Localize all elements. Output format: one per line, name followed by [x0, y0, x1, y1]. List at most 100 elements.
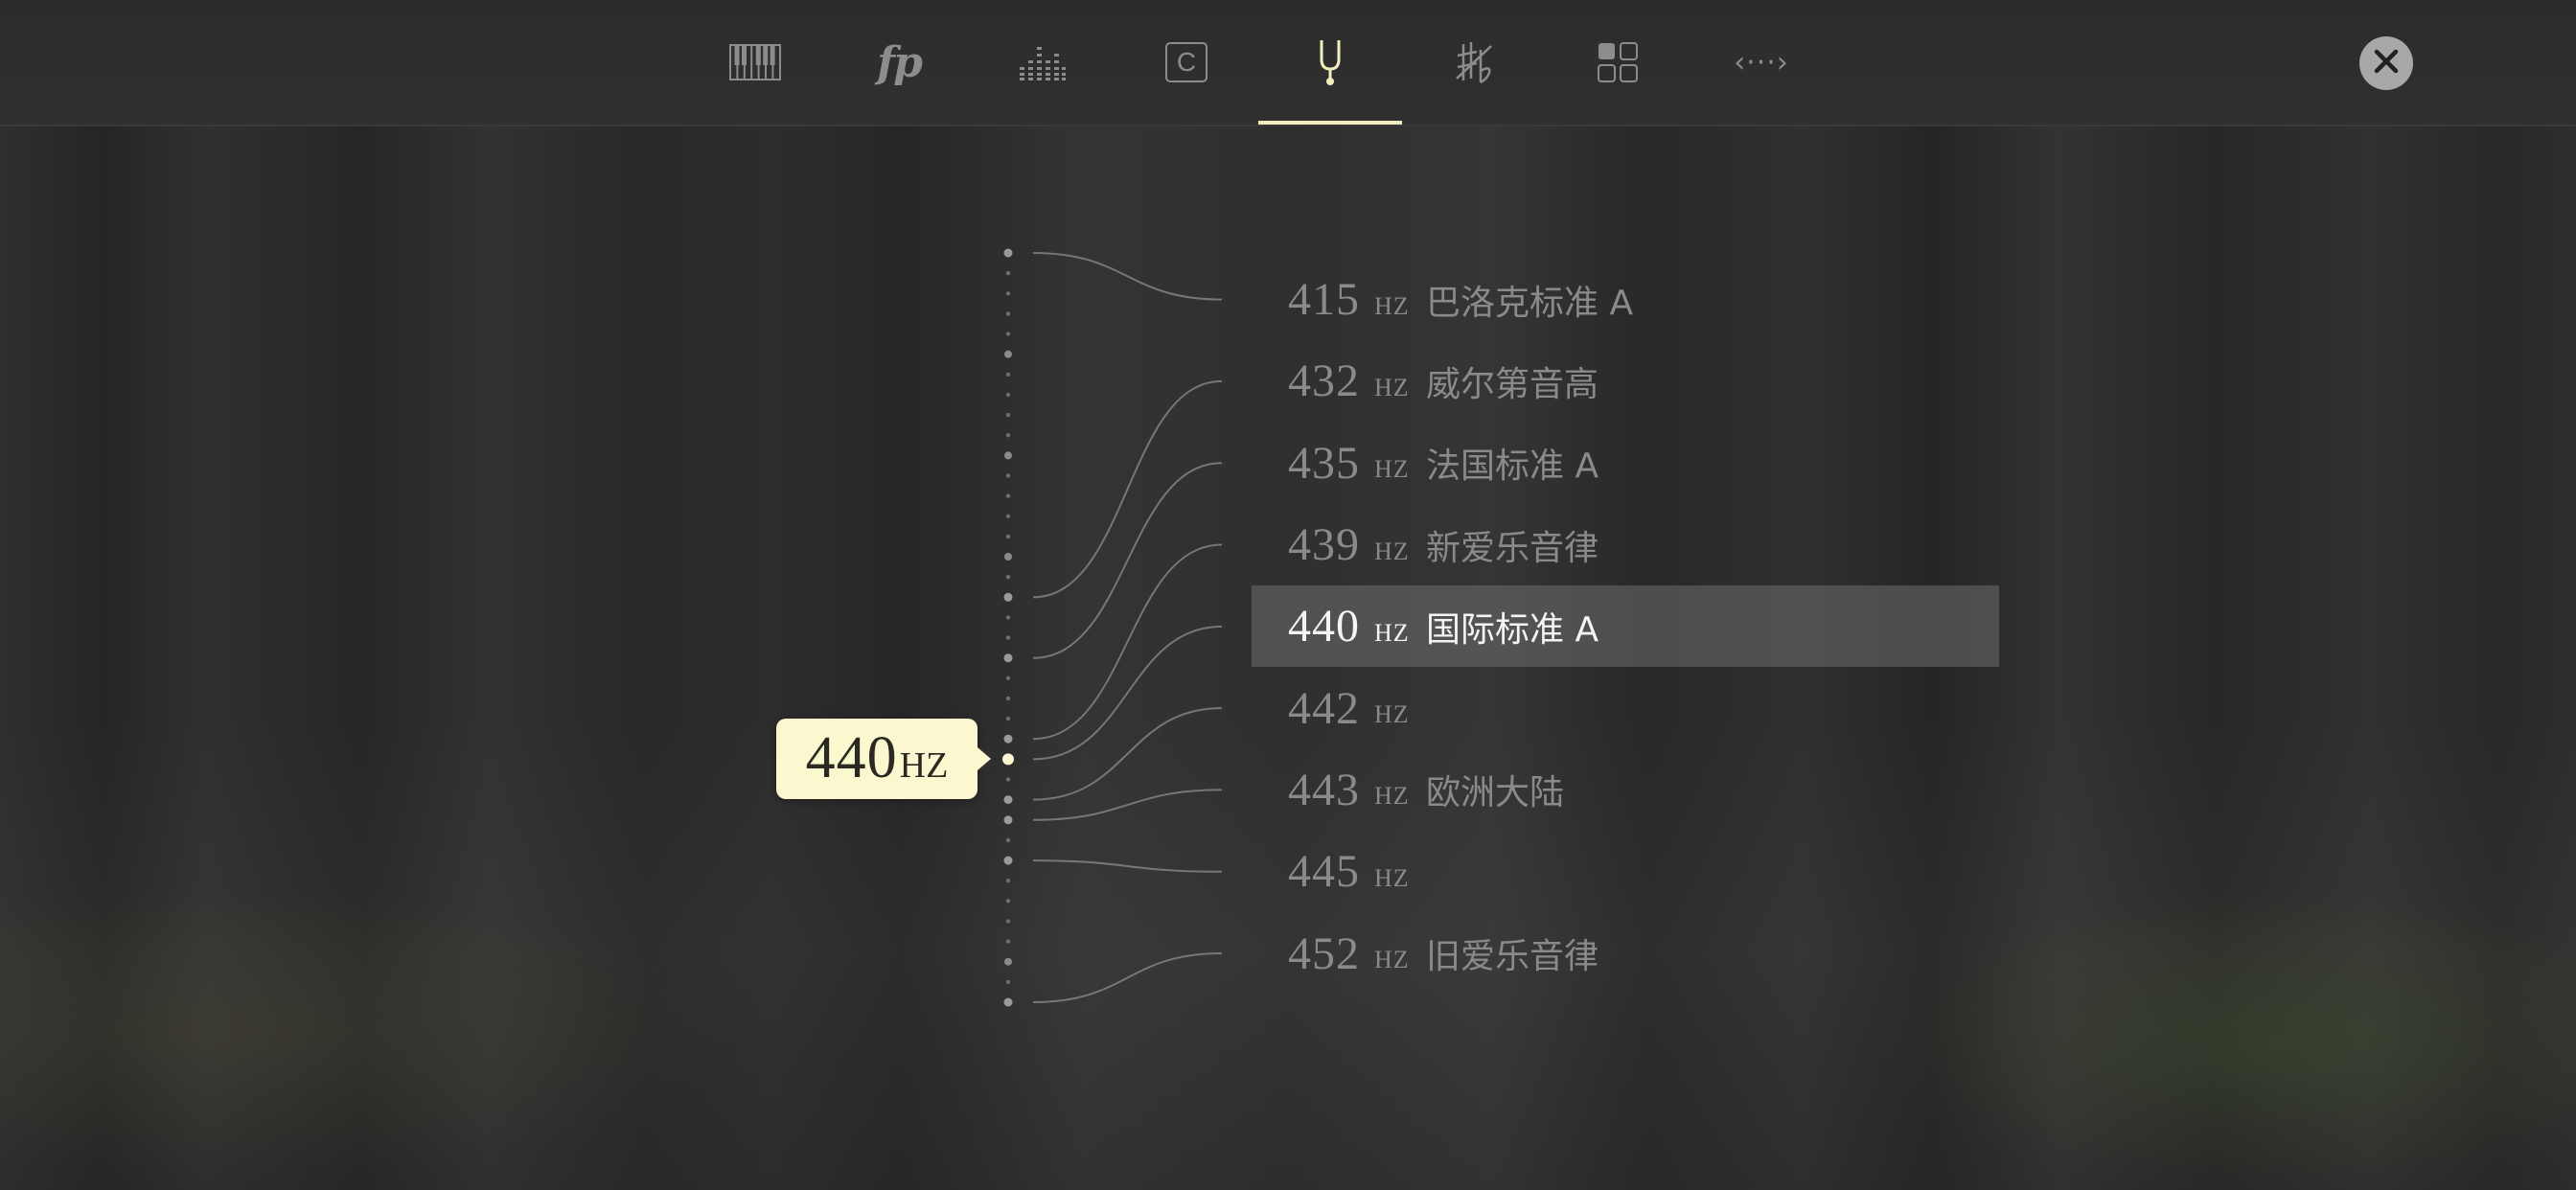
preset-marker-dot [1003, 815, 1013, 825]
slider-tick [1005, 899, 1011, 904]
preset-name: 威尔第音高 [1426, 364, 1599, 404]
preset-row-443[interactable]: 443 HZ 欧洲大陆 [1252, 749, 1999, 831]
preset-name: 国际标准 A [1426, 609, 1599, 650]
preset-unit: HZ [1374, 537, 1410, 565]
code-button[interactable]: ‹···› [1690, 0, 1833, 125]
slider-tick [1005, 392, 1011, 398]
slider-tick [1005, 291, 1011, 296]
slider-tick [1005, 777, 1011, 782]
preset-row-439[interactable]: 439 HZ 新爱乐音律 [1252, 504, 1999, 585]
sharp-flat-icon [1455, 40, 1493, 84]
slider-tick [1005, 514, 1011, 518]
slider-tick [1005, 473, 1011, 478]
preset-connector-curve [1032, 252, 1223, 301]
preset-name: 法国标准 A [1426, 446, 1599, 487]
current-pitch-badge: 440 HZ [776, 719, 991, 800]
accidentals-button[interactable] [1402, 0, 1546, 125]
preset-frequency: 442 [1288, 682, 1360, 734]
preset-frequency: 435 [1288, 437, 1360, 489]
preset-frequency: 432 [1288, 355, 1360, 407]
preset-row-445[interactable]: 445 HZ [1252, 831, 1999, 912]
preset-connector-curve [1032, 462, 1223, 659]
preset-unit: HZ [1374, 946, 1410, 974]
equalizer-icon [1020, 44, 1066, 80]
slider-tick [1005, 879, 1011, 883]
equalizer-button[interactable] [971, 0, 1115, 125]
preset-name: 欧洲大陆 [1426, 773, 1565, 813]
pitch-settings-screen: fp C ‹···› 440 HZ 415 HZ 巴洛克标准 A 432 HZ … [0, 0, 2576, 1190]
tuning-button[interactable] [1258, 0, 1402, 125]
preset-row-415[interactable]: 415 HZ 巴洛克标准 A [1252, 259, 1999, 340]
key-button[interactable]: C [1115, 0, 1258, 125]
slider-tick [1005, 979, 1011, 985]
preset-unit: HZ [1374, 618, 1410, 647]
current-pitch-unit: HZ [899, 745, 949, 787]
preset-unit: HZ [1374, 863, 1410, 892]
preset-row-435[interactable]: 435 HZ 法国标准 A [1252, 423, 1999, 504]
slider-tick [1005, 270, 1011, 276]
preset-marker-dot [1003, 997, 1013, 1007]
preset-frequency: 415 [1288, 274, 1360, 326]
preset-marker-dot [1003, 856, 1013, 865]
slider-thumb[interactable] [1002, 753, 1014, 766]
slider-tick [1004, 957, 1012, 966]
preset-frequency: 443 [1288, 764, 1360, 815]
preset-row-452[interactable]: 452 HZ 旧爱乐音律 [1252, 912, 1999, 994]
grid-button[interactable] [1546, 0, 1690, 125]
key-c-icon: C [1165, 42, 1208, 82]
preset-connector-curve [1032, 625, 1223, 761]
preset-unit: HZ [1374, 291, 1410, 320]
top-toolbar: fp C ‹···› [0, 0, 2576, 126]
preset-row-432[interactable]: 432 HZ 威尔第音高 [1252, 340, 1999, 422]
slider-tick [1005, 493, 1011, 498]
slider-tick [1005, 635, 1011, 640]
preset-frequency: 452 [1288, 927, 1360, 979]
preset-name: 巴洛克标准 A [1426, 283, 1634, 323]
preset-name: 旧爱乐音律 [1426, 937, 1599, 977]
slider-tick [1005, 575, 1011, 580]
preset-row-442[interactable]: 442 HZ [1252, 667, 1999, 748]
slider-tick [1004, 553, 1012, 561]
preset-connector-curve [1032, 789, 1223, 821]
dynamics-fp-icon: fp [877, 37, 923, 87]
pitch-preset-list: 415 HZ 巴洛克标准 A 432 HZ 威尔第音高 435 HZ 法国标准 … [1252, 259, 1999, 995]
preset-marker-dot [1003, 592, 1013, 602]
close-button[interactable] [2359, 36, 2413, 90]
preset-unit: HZ [1374, 373, 1410, 401]
slider-tick [1004, 451, 1012, 460]
preset-connector-curve [1032, 543, 1223, 741]
code-brackets-icon: ‹···› [1734, 45, 1789, 80]
preset-row-440[interactable]: 440 HZ 国际标准 A [1252, 585, 1999, 668]
current-pitch-value: 440 [805, 725, 898, 791]
preset-name: 新爱乐音律 [1426, 528, 1599, 568]
preset-connectors [1032, 252, 1223, 1003]
close-icon [2374, 49, 2399, 79]
slider-tick [1005, 716, 1011, 721]
preset-frequency: 439 [1288, 519, 1360, 571]
dynamics-button[interactable]: fp [827, 0, 971, 125]
preset-marker-dot [1003, 248, 1013, 258]
keyboard-icon [729, 44, 781, 80]
preset-marker-dot [1003, 795, 1013, 805]
slider-tick [1005, 534, 1011, 539]
slider-tick [1005, 433, 1011, 438]
slider-tick [1005, 696, 1011, 701]
preset-frequency: 445 [1288, 846, 1360, 898]
slider-tick [1005, 939, 1011, 944]
slider-tick [1004, 350, 1012, 358]
preset-unit: HZ [1374, 455, 1410, 484]
tuning-fork-icon [1316, 38, 1345, 86]
slider-tick [1005, 412, 1011, 418]
slider-tick [1005, 615, 1011, 620]
preset-unit: HZ [1374, 700, 1410, 729]
preset-connector-curve [1032, 952, 1223, 1003]
slider-tick [1005, 675, 1011, 680]
slider-tick [1005, 837, 1011, 843]
slider-track[interactable] [1003, 248, 1013, 1007]
preset-unit: HZ [1374, 782, 1410, 811]
preset-marker-dot [1003, 653, 1013, 663]
slider-tick [1005, 332, 1011, 336]
keyboard-button[interactable] [683, 0, 827, 125]
grid-icon [1598, 42, 1638, 82]
slider-tick [1005, 311, 1011, 316]
